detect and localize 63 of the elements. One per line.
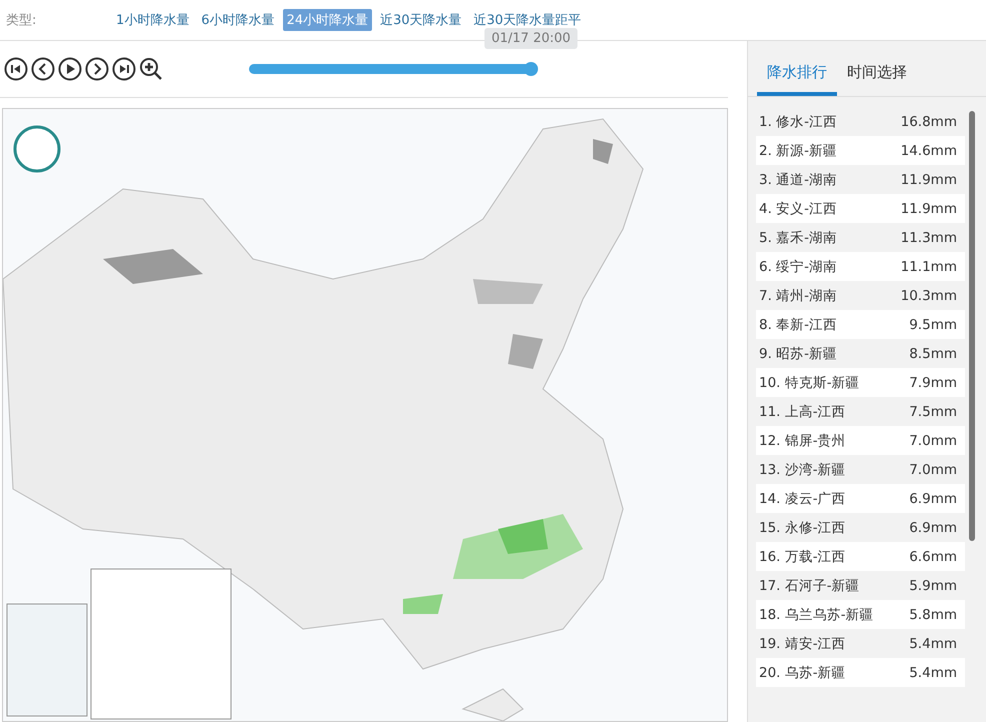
playback-button[interactable]	[85, 57, 109, 81]
station-name: 12. 锦屏-贵州	[759, 432, 846, 450]
station-name: 9. 昭苏-新疆	[759, 344, 838, 362]
slider-thumb[interactable]	[524, 62, 538, 76]
playback-button[interactable]	[58, 57, 82, 81]
rainfall-value: 14.6mm	[900, 142, 957, 158]
type-option[interactable]: 近30天降水量距平	[470, 9, 586, 31]
rainfall-value: 11.3mm	[900, 230, 957, 246]
station-name: 17. 石河子-新疆	[759, 576, 860, 594]
play-icon	[58, 57, 82, 81]
rainfall-value: 5.4mm	[909, 664, 957, 680]
station-name: 7. 靖州-湖南	[759, 286, 838, 304]
type-label: 类型:	[6, 12, 38, 29]
rainfall-value: 11.9mm	[900, 172, 957, 188]
panel-tab[interactable]: 降水排行	[757, 63, 837, 96]
skip-forward-icon	[112, 57, 136, 81]
chevron-right-icon	[85, 57, 109, 81]
station-name: 20. 乌苏-新疆	[759, 664, 846, 682]
station-name: 10. 特克斯-新疆	[759, 374, 860, 392]
zoom-in-icon	[139, 57, 163, 81]
rainfall-value: 10.3mm	[900, 288, 957, 304]
station-name: 11. 上高-江西	[759, 402, 846, 420]
rainfall-value: 9.5mm	[909, 316, 957, 332]
station-name: 2. 新源-新疆	[759, 142, 838, 160]
playback-button[interactable]	[31, 57, 55, 81]
rainfall-value: 5.8mm	[909, 606, 957, 622]
station-name: 8. 奉新-江西	[759, 316, 838, 334]
rainfall-value: 5.4mm	[909, 636, 957, 652]
rainfall-value: 11.1mm	[900, 258, 957, 274]
type-option[interactable]: 24小时降水量	[282, 9, 372, 31]
playback-button[interactable]	[112, 57, 136, 81]
type-option[interactable]: 近30天降水量	[376, 9, 466, 31]
rainfall-value: 6.6mm	[909, 548, 957, 564]
station-name: 14. 凌云-广西	[759, 490, 846, 508]
station-name: 6. 绥宁-湖南	[759, 258, 838, 276]
rainfall-value: 5.9mm	[909, 578, 957, 594]
rainfall-value: 8.5mm	[909, 346, 957, 362]
rainfall-value: 7.9mm	[909, 374, 957, 390]
station-name: 4. 安义-江西	[759, 200, 838, 218]
station-name: 19. 靖安-江西	[759, 634, 846, 652]
rainfall-value: 11.9mm	[900, 200, 957, 216]
zoom-button[interactable]	[139, 57, 163, 81]
playback-button[interactable]	[4, 57, 28, 81]
station-name: 15. 永修-江西	[759, 518, 846, 536]
rainfall-value: 7.0mm	[909, 462, 957, 478]
skip-back-icon	[4, 57, 28, 81]
station-name: 18. 乌兰乌苏-新疆	[759, 606, 874, 624]
station-name: 13. 沙湾-新疆	[759, 460, 846, 478]
type-option[interactable]: 1小时降水量	[112, 9, 194, 31]
chevron-left-icon	[31, 57, 55, 81]
rainfall-value: 16.8mm	[900, 114, 957, 130]
type-option[interactable]: 6小时降水量	[197, 9, 279, 31]
rainfall-value: 6.9mm	[909, 520, 957, 536]
station-name: 1. 修水-江西	[759, 112, 838, 130]
rainfall-value: 6.9mm	[909, 490, 957, 506]
station-name: 16. 万载-江西	[759, 548, 846, 566]
rainfall-value: 7.5mm	[909, 404, 957, 420]
scrollbar-thumb[interactable]	[969, 111, 975, 541]
station-name: 3. 通道-湖南	[759, 170, 838, 188]
rainfall-value: 7.0mm	[909, 432, 957, 448]
time-tooltip: 01/17 20:00	[484, 28, 578, 49]
station-name: 5. 嘉禾-湖南	[759, 228, 838, 246]
panel-tab[interactable]: 时间选择	[837, 63, 917, 96]
